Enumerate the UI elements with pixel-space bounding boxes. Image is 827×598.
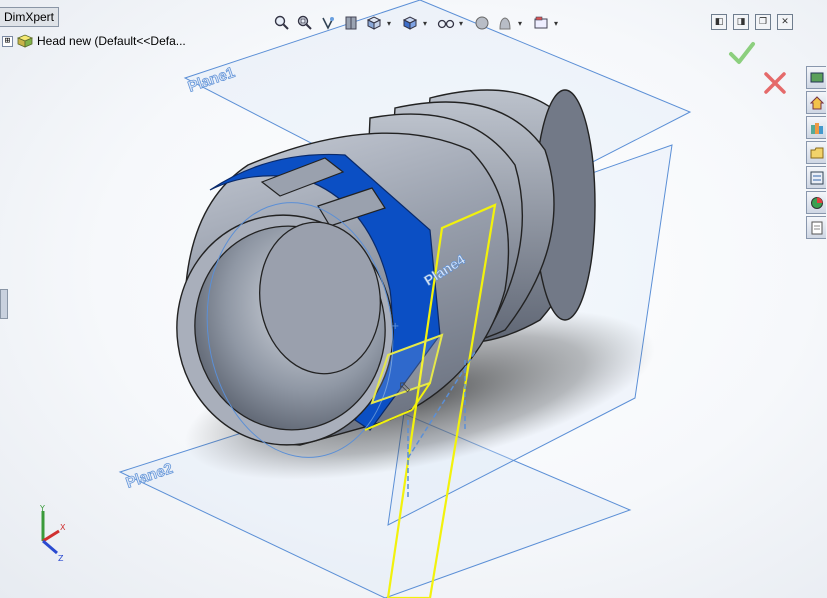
svg-text:X: X <box>60 523 66 532</box>
svg-text:Y: Y <box>39 505 45 513</box>
zoom-to-fit-icon[interactable] <box>272 13 292 33</box>
ok-checkmark-icon[interactable] <box>728 40 756 66</box>
custom-properties-icon <box>811 221 822 234</box>
apply-scene-icon[interactable] <box>495 13 515 33</box>
home-icon <box>809 95 824 109</box>
window-controls: ◧ ◨ ❐ ✕ <box>711 14 793 30</box>
panel-collapse-grip[interactable] <box>0 289 8 319</box>
model-scene[interactable]: ⬁ + Plane1 Plane2 Plane4 <box>0 0 827 598</box>
view-palette-tab[interactable] <box>806 166 826 189</box>
chevron-down-icon[interactable]: ▾ <box>554 19 560 28</box>
previous-view-icon[interactable] <box>318 13 338 33</box>
zoom-area-icon[interactable] <box>295 13 315 33</box>
resources-tab[interactable] <box>806 66 826 89</box>
edit-appearance-icon[interactable] <box>472 13 492 33</box>
part-name: Head new (Default<<Defa... <box>37 34 186 48</box>
chevron-down-icon[interactable]: ▾ <box>459 19 465 28</box>
cancel-x-icon[interactable] <box>762 70 788 96</box>
design-library-icon <box>810 122 823 134</box>
expand-icon[interactable]: ⊞ <box>2 35 13 47</box>
view-palette-icon <box>810 171 823 184</box>
chevron-down-icon[interactable]: ▾ <box>423 19 429 28</box>
part-icon <box>17 34 33 48</box>
chevron-down-icon[interactable]: ▾ <box>387 19 393 28</box>
tile-left-button[interactable]: ◧ <box>711 14 727 30</box>
task-pane-tabs <box>806 66 827 239</box>
svg-text:Z: Z <box>58 554 64 563</box>
section-view-icon[interactable] <box>341 13 361 33</box>
reference-triad: Y X Z <box>39 505 66 563</box>
tile-right-button[interactable]: ◨ <box>733 14 749 30</box>
design-library-tab[interactable] <box>806 116 826 139</box>
dimxpert-tab[interactable]: DimXpert <box>0 7 60 27</box>
pointer-cursor: ⬁ <box>398 377 411 396</box>
home-tab[interactable] <box>806 91 826 114</box>
heads-up-toolbar: ▾ ▾ ▾ ▾ ▾ <box>272 12 564 34</box>
resources-icon <box>810 72 823 82</box>
view-orientation-icon[interactable] <box>364 13 384 33</box>
folder-icon <box>810 147 823 158</box>
appearances-icon <box>810 196 823 209</box>
chevron-down-icon[interactable]: ▾ <box>518 19 524 28</box>
close-button[interactable]: ✕ <box>777 14 793 30</box>
file-explorer-tab[interactable] <box>806 141 826 164</box>
graphics-area[interactable]: ⬁ + Plane1 Plane2 Plane4 DimXpert ⊞ Head… <box>0 0 827 598</box>
custom-properties-tab[interactable] <box>806 216 826 239</box>
feature-tree-root[interactable]: ⊞ Head new (Default<<Defa... <box>2 32 186 50</box>
display-style-icon[interactable] <box>400 13 420 33</box>
hide-show-items-icon[interactable] <box>436 13 456 33</box>
view-settings-icon[interactable] <box>531 13 551 33</box>
appearances-tab[interactable] <box>806 191 826 214</box>
svg-text:+: + <box>391 321 399 332</box>
restore-button[interactable]: ❐ <box>755 14 771 30</box>
